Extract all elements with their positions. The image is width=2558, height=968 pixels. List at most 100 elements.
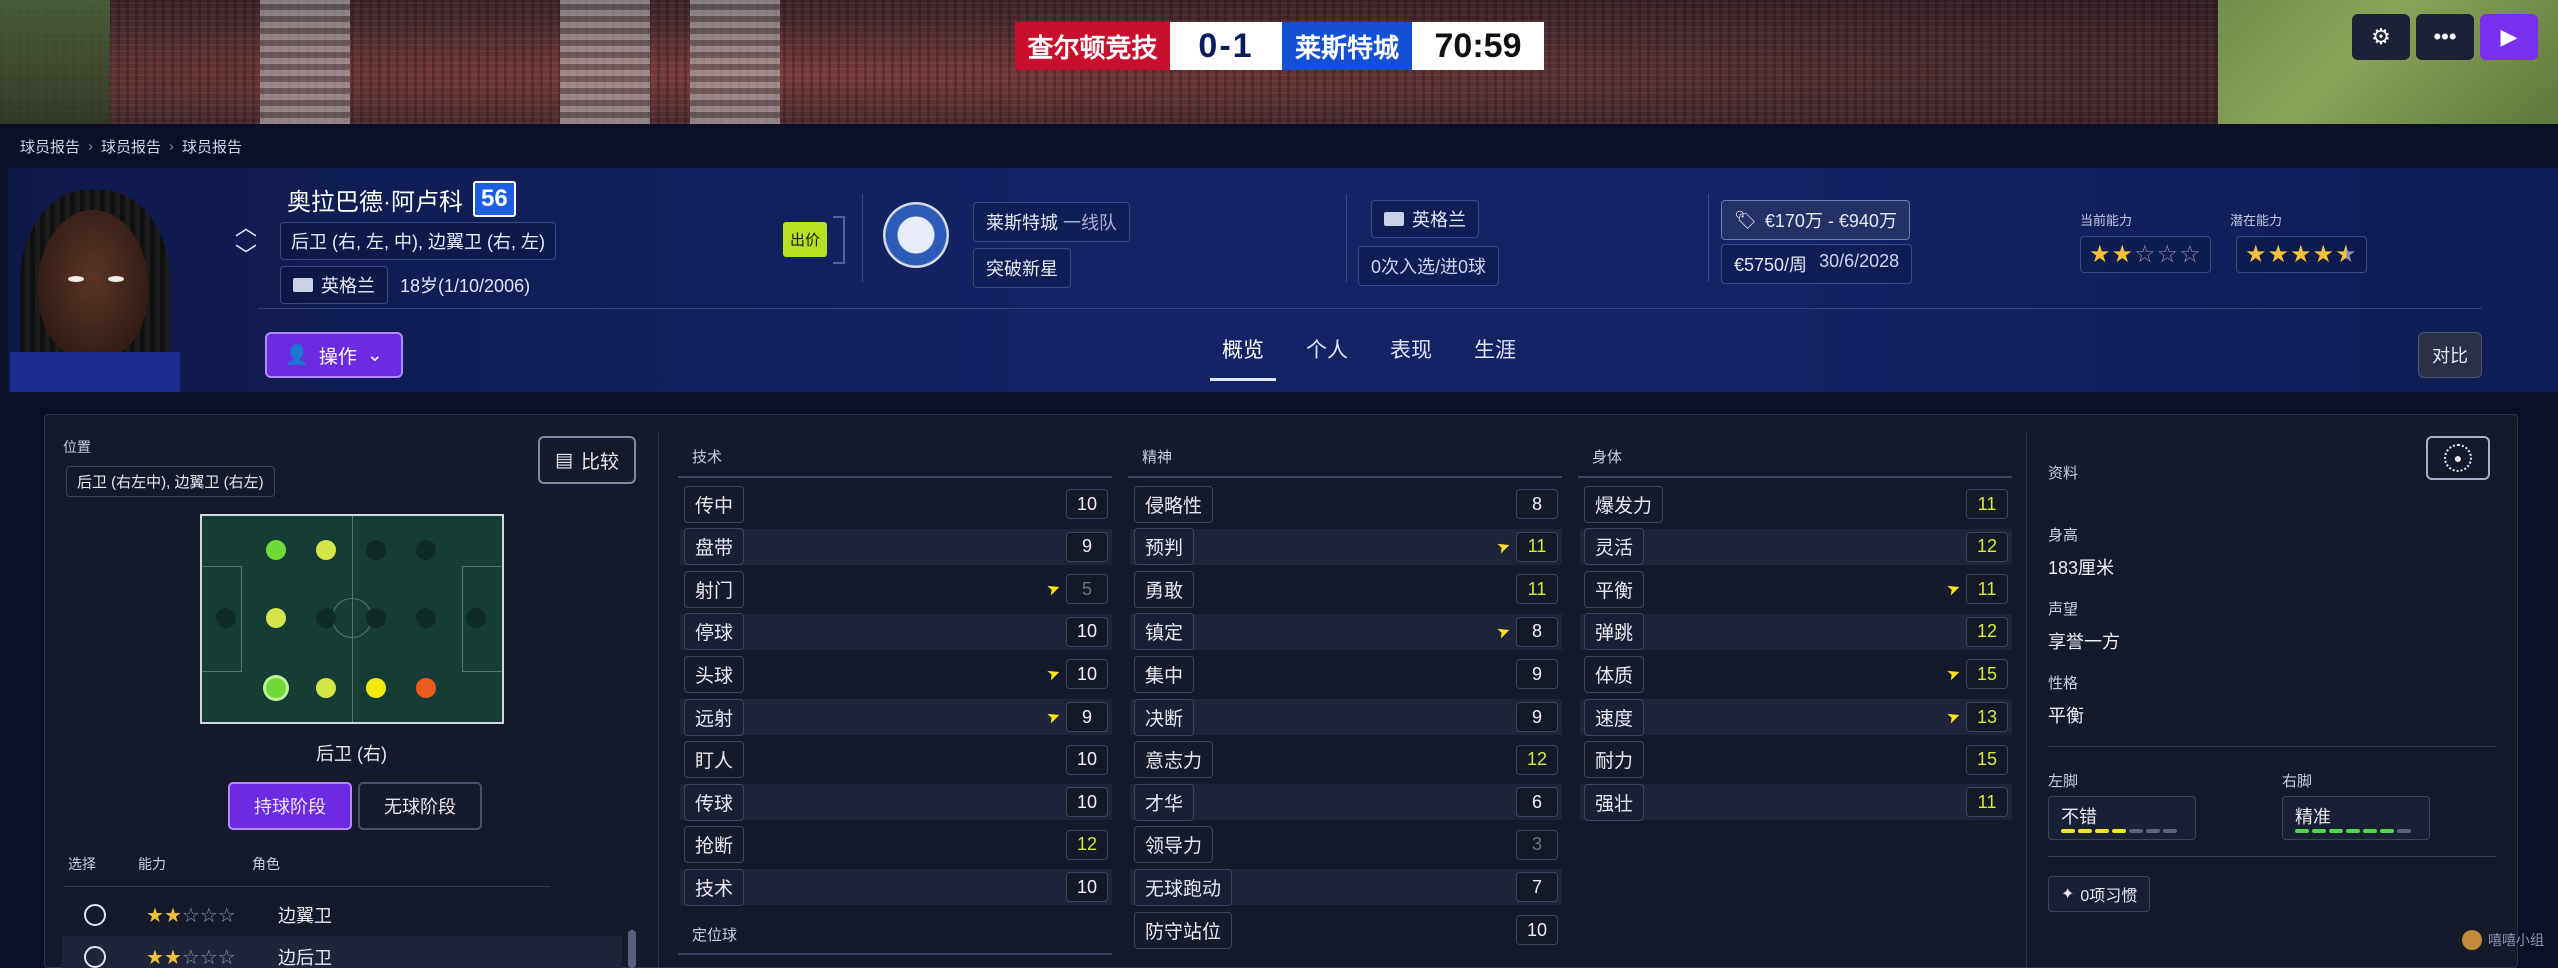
attribute-value: 11 (1966, 574, 2008, 605)
tab-performance[interactable]: 表现 (1378, 330, 1444, 381)
technical-attribute-row[interactable]: 抢断 12 (680, 826, 1112, 864)
tab-overview[interactable]: 概览 (1210, 330, 1276, 381)
position-dot[interactable] (416, 608, 436, 628)
out-of-possession-button[interactable]: 无球阶段 (358, 782, 482, 830)
position-dot[interactable] (366, 540, 386, 560)
position-dot[interactable] (366, 678, 386, 698)
physical-title: 身体 (1592, 449, 1623, 466)
attribute-value: 12 (1966, 616, 2008, 647)
role-name: 边翼卫 (278, 906, 332, 926)
action-button[interactable]: 👤 操作 ⌄ (265, 332, 403, 378)
physical-attribute-row[interactable]: 灵活 12 (1580, 528, 2012, 566)
breadcrumb-item[interactable]: 球员报告 (20, 136, 80, 157)
technical-attribute-row[interactable]: 盯人 10 (680, 741, 1112, 779)
potential-ability-label: 潜在能力 (2230, 213, 2283, 228)
physical-attribute-row[interactable]: 体质 ➤ 15 (1580, 655, 2012, 693)
technical-attribute-row[interactable]: 头球 ➤ 10 (680, 655, 1112, 693)
right-foot-value: 精准 (2295, 807, 2331, 827)
gear-icon: ⚙ (2371, 24, 2391, 49)
sale-status-badge[interactable]: 出价 (783, 222, 828, 257)
technical-attribute-row[interactable]: 传中 10 (680, 485, 1112, 523)
nationality-chip[interactable]: 英格兰 (280, 266, 388, 304)
more-button[interactable]: ••• (2416, 14, 2474, 60)
club-chip[interactable]: 莱斯特城 一线队 (973, 202, 1131, 242)
physical-attribute-row[interactable]: 强壮 11 (1580, 783, 2012, 821)
left-foot-label: 左脚 (2048, 773, 2079, 790)
role-header-select: 选择 (68, 856, 96, 872)
attribute-value: 11 (1516, 574, 1558, 605)
position-dot[interactable] (366, 608, 386, 628)
divider (833, 216, 845, 264)
in-possession-button[interactable]: 持球阶段 (228, 782, 352, 830)
radio-button[interactable] (84, 904, 106, 926)
player-portrait (10, 190, 180, 392)
selected-position: 后卫 (右) (316, 744, 387, 764)
mental-attribute-row[interactable]: 勇敢 11 (1130, 570, 1562, 608)
technical-attribute-row[interactable]: 技术 10 (680, 868, 1112, 906)
technical-attribute-row[interactable]: 远射 ➤ 9 (680, 698, 1112, 736)
position-dot[interactable] (266, 608, 286, 628)
breadcrumb-item[interactable]: 球员报告 (101, 136, 161, 157)
compare-button[interactable]: ▤ 比较 (538, 436, 636, 484)
mental-attribute-row[interactable]: 防守站位 10 (1130, 911, 1562, 949)
compare-icon: ▤ (555, 449, 573, 471)
position-dot[interactable] (316, 678, 336, 698)
continue-button[interactable]: ▶ (2480, 14, 2538, 60)
position-dot[interactable] (316, 608, 336, 628)
scrollbar[interactable] (628, 930, 636, 968)
mental-attribute-row[interactable]: 侵略性 8 (1130, 485, 1562, 523)
mental-attribute-row[interactable]: 无球跑动 7 (1130, 868, 1562, 906)
physical-attribute-row[interactable]: 速度 ➤ 13 (1580, 698, 2012, 736)
attribute-value: 10 (1066, 616, 1108, 647)
attribute-name: 射门 (684, 570, 745, 608)
rating-badge: 56 (473, 181, 516, 217)
technical-attribute-row[interactable]: 射门 ➤ 5 (680, 570, 1112, 608)
technical-attribute-row[interactable]: 传球 10 (680, 783, 1112, 821)
attribute-value: 7 (1516, 872, 1558, 903)
technical-attribute-row[interactable]: 停球 10 (680, 613, 1112, 651)
attribute-name: 灵活 (1584, 528, 1645, 566)
habits-chip[interactable]: ✦ 0项习惯 (2048, 876, 2151, 912)
physical-attribute-row[interactable]: 爆发力 11 (1580, 485, 2012, 523)
tab-career[interactable]: 生涯 (1462, 330, 1528, 381)
profile-button[interactable]: ● (2426, 436, 2490, 480)
role-row[interactable]: ★★☆☆☆ 边翼卫 (62, 894, 622, 936)
settings-button[interactable]: ⚙ (2352, 14, 2410, 60)
club-crest-icon[interactable] (883, 202, 949, 268)
position-dot[interactable] (466, 608, 486, 628)
breadcrumb-item[interactable]: 球员报告 (182, 136, 242, 157)
role-row[interactable]: ★★☆☆☆ 边后卫 (62, 936, 622, 968)
chevron-down-icon[interactable]: ﹀ (235, 238, 257, 270)
mental-attribute-row[interactable]: 领导力 3 (1130, 826, 1562, 864)
mental-attribute-row[interactable]: 意志力 12 (1130, 741, 1562, 779)
divider (678, 476, 1112, 478)
physical-attribute-row[interactable]: 耐力 15 (1580, 741, 2012, 779)
position-dot[interactable] (416, 540, 436, 560)
chevron-right-icon: › (88, 138, 94, 155)
physical-attribute-row[interactable]: 弹跳 12 (1580, 613, 2012, 651)
position-pitch[interactable] (200, 514, 504, 724)
mental-attribute-row[interactable]: 才华 6 (1130, 783, 1562, 821)
mental-attribute-row[interactable]: 集中 9 (1130, 655, 1562, 693)
position-dot[interactable] (216, 608, 236, 628)
tab-personal[interactable]: 个人 (1294, 330, 1360, 381)
mental-attribute-row[interactable]: 镇定 ➤ 8 (1130, 613, 1562, 651)
transfer-value-chip[interactable]: 🏷 €170万 - €940万 (1721, 200, 1910, 240)
compare-player-button[interactable]: 对比 (2418, 332, 2482, 378)
mental-attribute-row[interactable]: 预判 ➤ 11 (1130, 528, 1562, 566)
position-dot[interactable] (316, 540, 336, 560)
attribute-name: 传球 (684, 783, 745, 821)
arrow-icon: ➤ (1044, 664, 1063, 686)
position-dot[interactable] (266, 540, 286, 560)
attribute-name: 体质 (1584, 655, 1645, 693)
international-nation-chip[interactable]: 英格兰 (1371, 200, 1479, 238)
technical-attribute-row[interactable]: 盘带 9 (680, 528, 1112, 566)
mental-attribute-row[interactable]: 决断 9 (1130, 698, 1562, 736)
position-dot-selected[interactable] (266, 678, 286, 698)
position-dot[interactable] (416, 678, 436, 698)
radio-button[interactable] (84, 946, 106, 968)
right-foot-label: 右脚 (2282, 773, 2313, 790)
attribute-value: 11 (1966, 787, 2008, 818)
attribute-value: 10 (1066, 659, 1108, 690)
physical-attribute-row[interactable]: 平衡 ➤ 11 (1580, 570, 2012, 608)
